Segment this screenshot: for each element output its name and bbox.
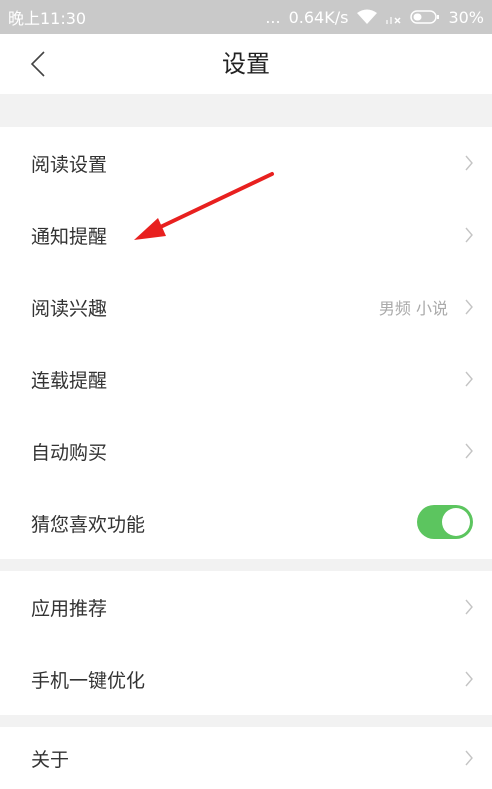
chevron-right-icon [465,155,473,171]
settings-item-notifications[interactable]: 通知提醒 [0,199,492,271]
page-title: 设置 [222,50,270,78]
settings-item-auto-purchase[interactable]: 自动购买 [0,415,492,487]
status-dots: ... [265,7,281,27]
settings-item-app-recommend[interactable]: 应用推荐 [0,571,492,643]
settings-item-label: 阅读设置 [31,153,108,176]
recommendations-toggle[interactable] [417,505,473,539]
settings-item-recommendations: 猜您喜欢功能 [0,487,492,559]
back-button[interactable] [20,46,56,82]
chevron-right-icon [465,443,473,459]
settings-item-label: 猜您喜欢功能 [31,513,146,536]
settings-item-phone-optimize[interactable]: 手机一键优化 [0,643,492,715]
settings-item-reading-settings[interactable]: 阅读设置 [0,127,492,199]
settings-item-about[interactable]: 关于 [0,727,492,789]
status-time: 晚上11:30 [8,9,87,28]
section-divider [0,559,492,571]
wifi-icon [356,9,378,25]
chevron-right-icon [465,299,473,315]
settings-item-label: 关于 [31,748,70,771]
battery-percent: 30% [448,7,484,27]
toggle-knob [442,508,470,536]
settings-item-label: 自动购买 [31,441,108,464]
settings-item-serial-reminder[interactable]: 连载提醒 [0,343,492,415]
chevron-right-icon [465,671,473,687]
settings-item-label: 手机一键优化 [31,669,146,692]
chevron-right-icon [465,599,473,615]
section-divider [0,715,492,727]
settings-item-label: 阅读兴趣 [31,297,108,320]
network-speed: 0.64K/s [288,7,349,27]
chevron-right-icon [465,750,473,766]
status-bar: 晚上11:30 ... 0.64K/s 30% [0,0,492,34]
signal-icon [386,10,402,24]
settings-item-value: 男频 小说 [378,299,448,318]
settings-item-label: 应用推荐 [31,597,108,620]
settings-item-label: 连载提醒 [31,369,108,392]
section-divider [0,94,492,127]
battery-icon [410,9,440,25]
settings-item-reading-interests[interactable]: 阅读兴趣 男频 小说 [0,271,492,343]
settings-item-label: 通知提醒 [31,225,108,248]
back-arrow-icon [30,51,45,77]
chevron-right-icon [465,227,473,243]
chevron-right-icon [465,371,473,387]
status-indicators: ... 0.64K/s 30% [265,8,484,27]
title-bar: 设置 [0,34,492,94]
